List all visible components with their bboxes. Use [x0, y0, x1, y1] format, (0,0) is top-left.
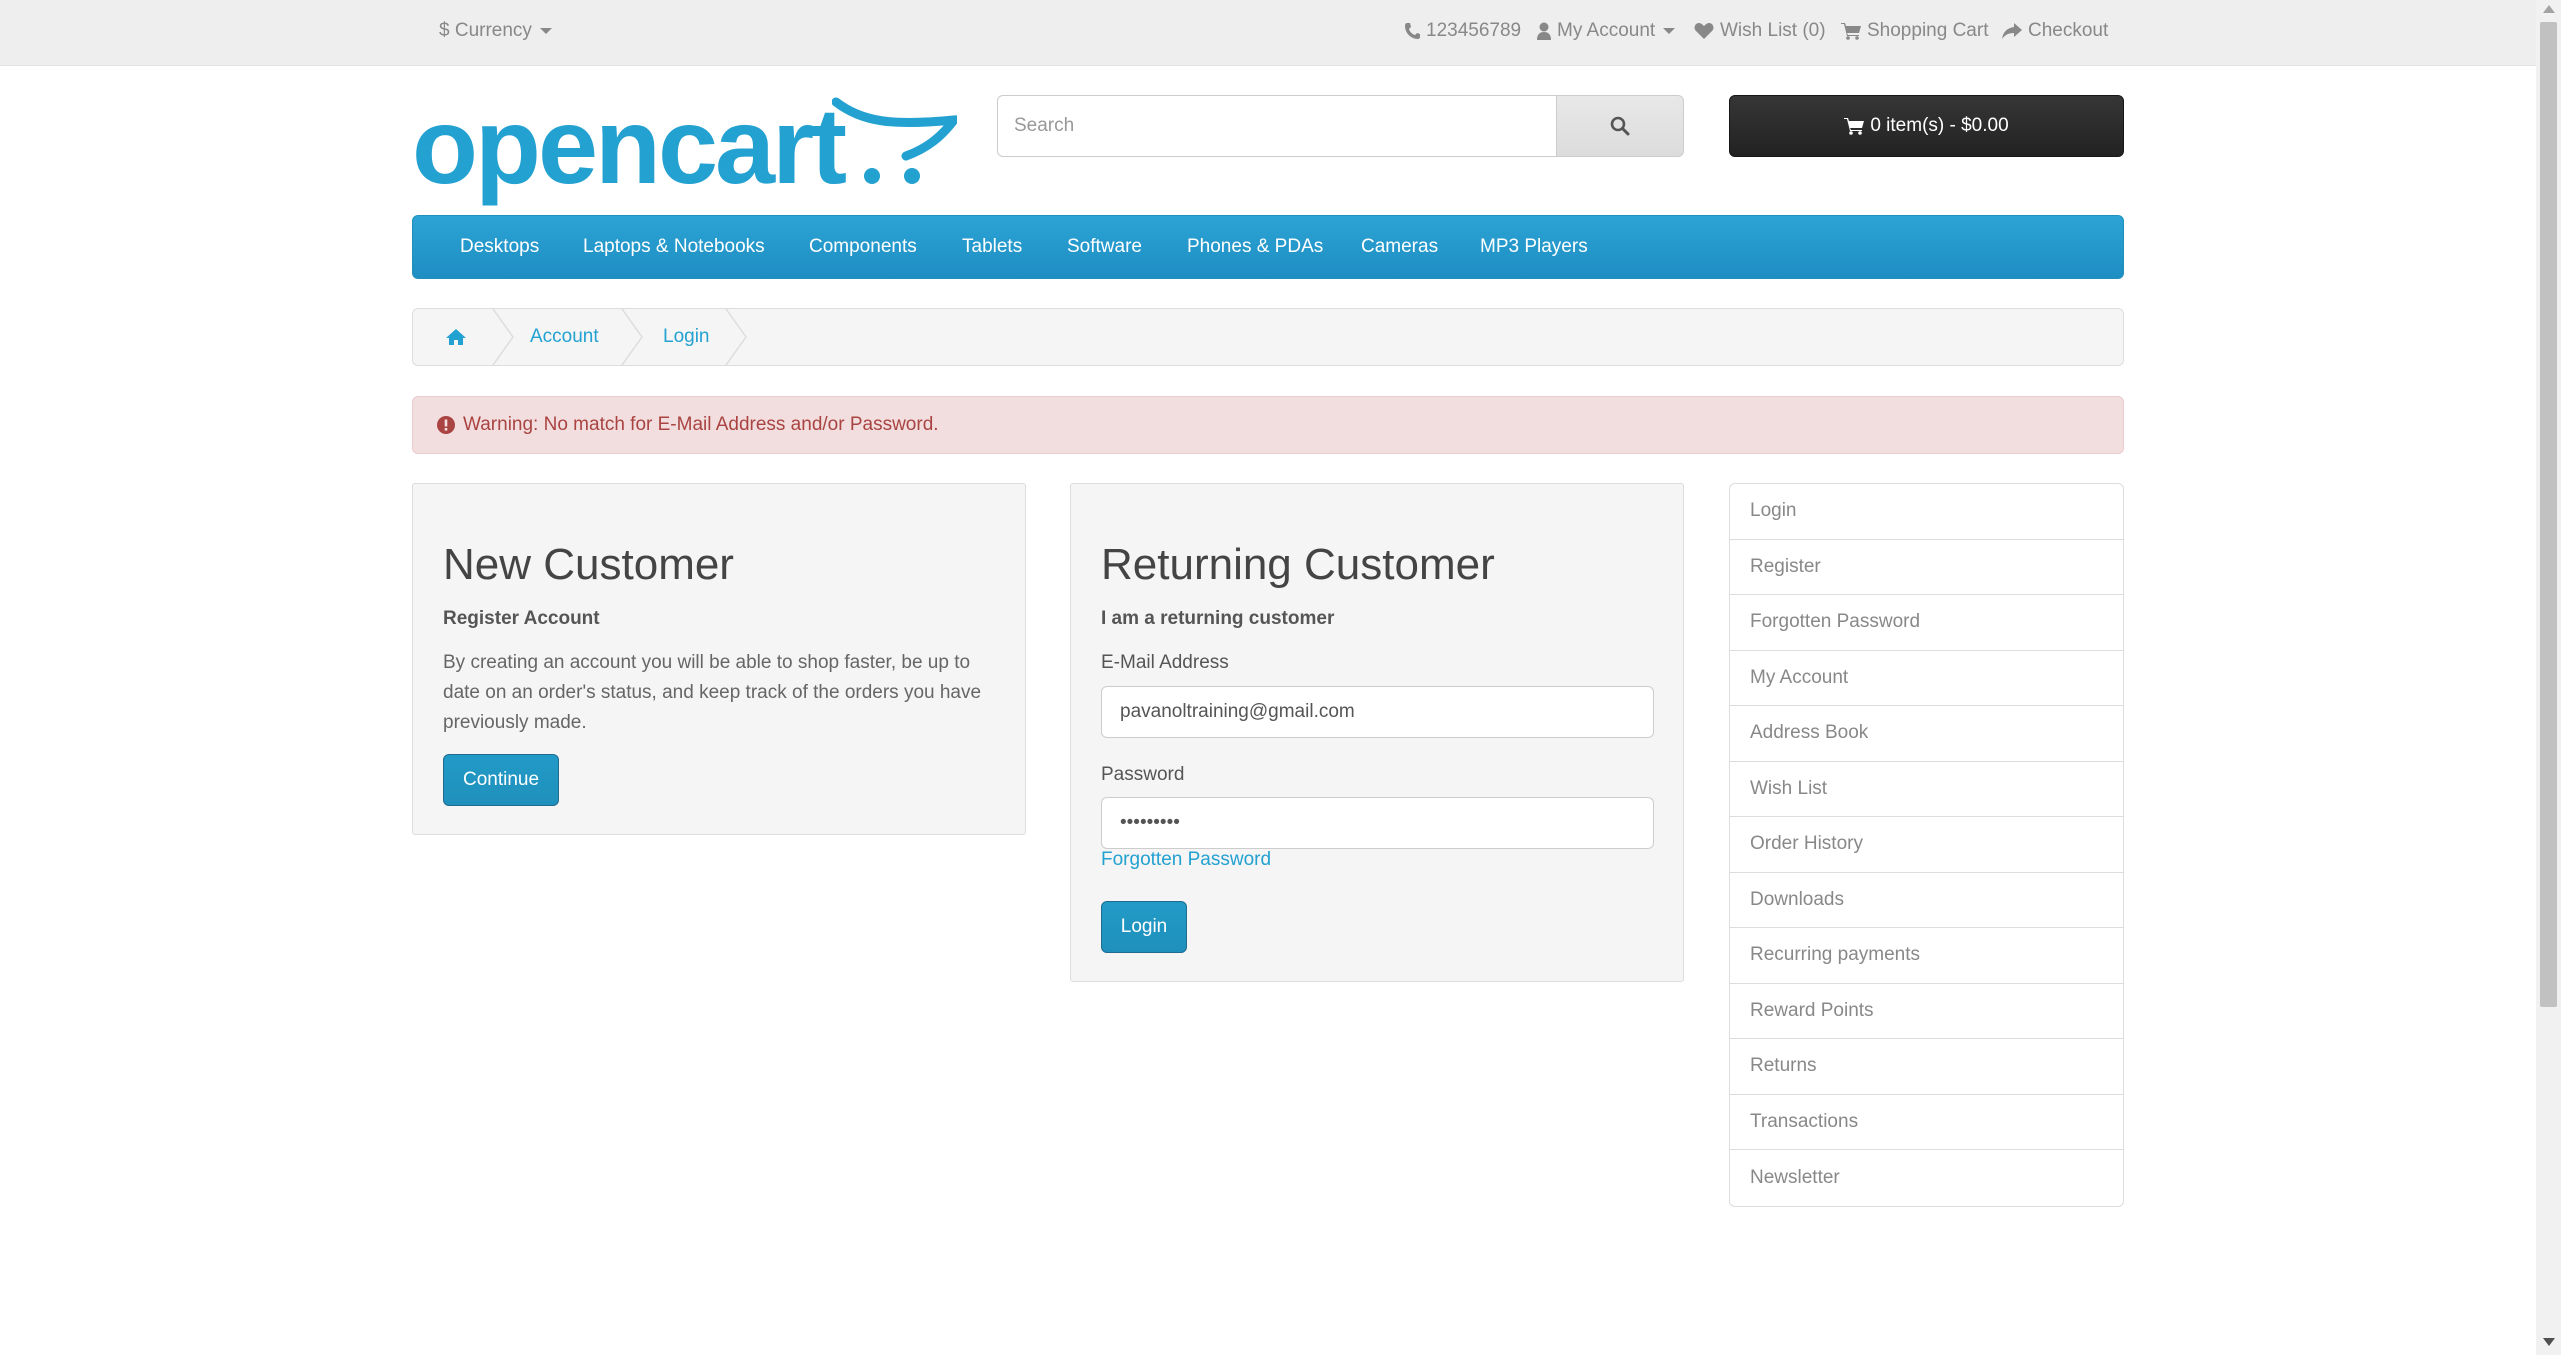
logo-text: opencart	[412, 85, 847, 206]
my-account-dropdown[interactable]: My Account	[1537, 0, 1676, 61]
email-field[interactable]	[1101, 686, 1654, 738]
list-item-reward-points[interactable]: Reward Points	[1730, 984, 2123, 1039]
menu-item-phones-pdas[interactable]: Phones & PDAs	[1187, 216, 1323, 278]
list-item-order-history[interactable]: Order History	[1730, 817, 2123, 873]
my-account-label: My Account	[1557, 19, 1656, 41]
password-field[interactable]	[1101, 797, 1654, 849]
returning-customer-title: Returning Customer	[1101, 540, 1495, 589]
vertical-scrollbar[interactable]	[2536, 0, 2561, 1355]
menu-item-components[interactable]: Components	[809, 216, 917, 278]
menu-item-laptops-notebooks[interactable]: Laptops & Notebooks	[583, 216, 765, 278]
menu-item-tablets[interactable]: Tablets	[962, 216, 1022, 278]
opencart-logo[interactable]: opencart	[412, 92, 957, 204]
menu-item-mp3-players[interactable]: MP3 Players	[1480, 216, 1588, 278]
list-item-my-account[interactable]: My Account	[1730, 651, 2123, 706]
continue-button[interactable]: Continue	[443, 754, 559, 806]
logo-cart-icon	[832, 97, 957, 184]
new-customer-description: By creating an account you will be able …	[443, 652, 982, 733]
list-item-transactions[interactable]: Transactions	[1730, 1095, 2123, 1150]
wish-list-label: Wish List (0)	[1720, 19, 1826, 41]
exclamation-circle-icon	[437, 416, 455, 434]
checkout-link[interactable]: Checkout	[2002, 0, 2108, 61]
home-icon	[446, 329, 466, 345]
search-button[interactable]	[1556, 95, 1684, 157]
scroll-up-arrow-icon[interactable]	[2543, 5, 2555, 13]
currency-label: $ Currency	[439, 19, 532, 41]
login-button[interactable]: Login	[1101, 901, 1187, 953]
cart-icon	[1841, 22, 1861, 40]
search-group	[997, 95, 1684, 157]
list-item-newsletter[interactable]: Newsletter	[1730, 1150, 2123, 1206]
phone-icon	[1405, 22, 1420, 39]
breadcrumb-separator	[621, 309, 643, 365]
currency-dropdown[interactable]: $ Currency	[439, 0, 552, 61]
caret-down-icon	[1663, 27, 1676, 34]
warning-alert: Warning: No match for E-Mail Address and…	[412, 396, 2124, 454]
phone-number: 123456789	[1426, 19, 1522, 41]
list-item-login[interactable]: Login	[1730, 484, 2123, 540]
password-label: Password	[1101, 764, 1185, 785]
breadcrumb-home[interactable]	[446, 309, 466, 365]
user-icon	[1537, 22, 1551, 40]
list-item-returns[interactable]: Returns	[1730, 1039, 2123, 1095]
new-customer-panel: New Customer Register Account By creatin…	[412, 483, 1026, 835]
shopping-cart-link[interactable]: Shopping Cart	[1841, 0, 1988, 61]
forgotten-password-link[interactable]: Forgotten Password	[1101, 849, 1271, 871]
breadcrumb-separator	[725, 309, 747, 365]
menu-item-software[interactable]: Software	[1067, 216, 1142, 278]
list-item-downloads[interactable]: Downloads	[1730, 873, 2123, 928]
breadcrumb-account[interactable]: Account	[530, 309, 599, 365]
new-customer-title: New Customer	[443, 540, 734, 589]
list-item-forgotten-password[interactable]: Forgotten Password	[1730, 595, 2123, 651]
returning-customer-panel: Returning Customer I am a returning cust…	[1070, 483, 1684, 982]
list-item-address-book[interactable]: Address Book	[1730, 706, 2123, 762]
cart-icon	[1844, 118, 1865, 135]
breadcrumb-login[interactable]: Login	[663, 309, 710, 365]
phone-link[interactable]: 123456789	[1404, 0, 1521, 61]
caret-down-icon	[539, 27, 552, 34]
heart-icon	[1694, 22, 1714, 39]
search-icon	[1610, 116, 1630, 136]
menu-item-desktops[interactable]: Desktops	[460, 216, 539, 278]
share-icon	[2002, 22, 2022, 39]
alert-text: Warning: No match for E-Mail Address and…	[463, 414, 939, 435]
shopping-cart-label: Shopping Cart	[1867, 19, 1989, 41]
top-bar: $ Currency 123456789 My Account Wish Lis…	[0, 0, 2536, 66]
checkout-label: Checkout	[2028, 19, 2109, 41]
scrollbar-thumb[interactable]	[2540, 22, 2557, 1007]
list-item-register[interactable]: Register	[1730, 540, 2123, 595]
account-list-group: Login Register Forgotten Password My Acc…	[1729, 483, 2124, 1207]
scroll-down-arrow-icon[interactable]	[2543, 1338, 2555, 1346]
search-input[interactable]	[997, 95, 1557, 157]
breadcrumb: Account Login	[412, 308, 2124, 366]
category-menu: Desktops Laptops & Notebooks Components …	[412, 215, 2124, 279]
cart-button[interactable]: 0 item(s) - $0.00	[1729, 95, 2124, 157]
register-account-heading: Register Account	[443, 608, 600, 629]
list-item-recurring-payments[interactable]: Recurring payments	[1730, 928, 2123, 984]
breadcrumb-separator	[492, 309, 514, 365]
list-item-wish-list[interactable]: Wish List	[1730, 762, 2123, 817]
returning-customer-heading: I am a returning customer	[1101, 608, 1335, 629]
menu-item-cameras[interactable]: Cameras	[1361, 216, 1438, 278]
wish-list-link[interactable]: Wish List (0)	[1694, 0, 1826, 61]
cart-total: 0 item(s) - $0.00	[1870, 115, 2009, 136]
email-label: E-Mail Address	[1101, 652, 1229, 673]
